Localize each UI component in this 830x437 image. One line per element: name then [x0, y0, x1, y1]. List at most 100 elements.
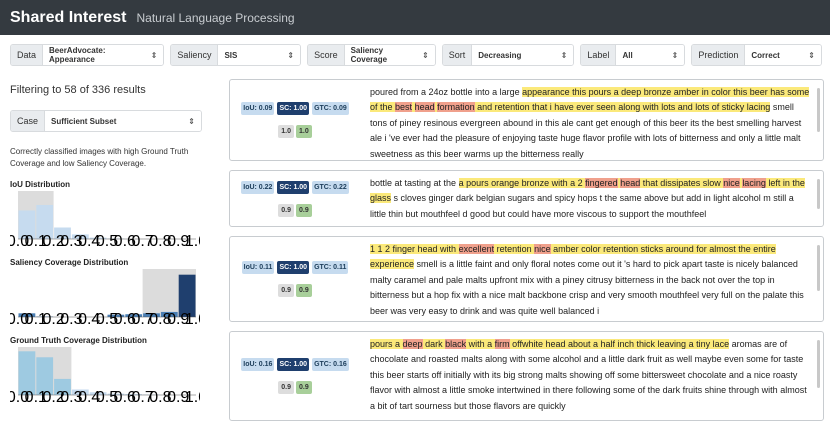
saliency-token: fingered: [585, 178, 618, 188]
toolbar-select-label: Data: [11, 45, 44, 65]
toolbar-select-value[interactable]: All ⇕: [616, 45, 685, 65]
toolbar-select-score[interactable]: Score Saliency Coverage ⇕: [307, 44, 436, 66]
ground-truth-span: that dissipates slow: [640, 178, 724, 188]
app-header: Shared Interest Natural Language Process…: [0, 0, 830, 35]
text-span: smell is a little faint and only floral …: [370, 259, 804, 316]
saliency-token: formation: [437, 102, 475, 113]
ground-truth-span: pours a: [370, 339, 403, 349]
iou-badge: IoU: 0.22: [241, 180, 275, 194]
result-card[interactable]: IoU: 0.22 SC: 1.00 GTC: 0.22 0.9 0.9 bottle a…: [229, 170, 824, 227]
prediction-label: 0.9: [296, 284, 312, 297]
saliency-token: nice: [534, 244, 551, 254]
toolbar-select-value[interactable]: Correct ⇕: [745, 45, 821, 65]
saliency-token: black: [445, 339, 467, 349]
saliency-coverage-badge: SC: 1.00: [277, 180, 310, 194]
histogram-chart: 0.00.10.20.30.40.50.60.70.80.91.0: [7, 191, 207, 250]
result-scores: IoU: 0.22 SC: 1.00 GTC: 0.22 0.9 0.9: [236, 171, 354, 226]
toolbar-select-value-text: Decreasing: [478, 50, 522, 60]
prediction-label: 1.0: [296, 125, 312, 138]
ground-truth-label: 0.9: [278, 284, 294, 297]
iou-badge: IoU: 0.09: [241, 102, 275, 115]
toolbar-select-prediction[interactable]: Prediction Correct ⇕: [691, 44, 822, 66]
toolbar-select-value[interactable]: SIS ⇕: [218, 45, 301, 65]
left-panel: Filtering to 58 of 336 results Case Suff…: [7, 80, 210, 408]
gt-coverage-badge: GTC: 0.11: [312, 261, 349, 274]
iou-badge: IoU: 0.11: [241, 261, 275, 274]
histogram-tick-label: 1.0: [185, 389, 200, 403]
toolbar-select-label: Saliency: [171, 45, 219, 65]
result-card[interactable]: IoU: 0.16 SC: 1.00 GTC: 0.16 0.9 0.9 pours a …: [229, 331, 824, 421]
ground-truth-label: 0.9: [278, 203, 294, 217]
saliency-token: deep: [402, 339, 423, 349]
ground-truth-label: 0.9: [278, 381, 294, 394]
result-text: pours a deep dark black with a firm offw…: [370, 332, 811, 418]
toolbar-select-data[interactable]: Data BeerAdvocate: Appearance ⇕: [10, 44, 165, 66]
toolbar-select-value[interactable]: Decreasing ⇕: [472, 45, 574, 65]
histogram-title: IoU Distribution: [10, 180, 70, 189]
toolbar-select-value-text: SIS: [224, 50, 238, 60]
saliency-coverage-badge: SC: 1.00: [277, 102, 310, 115]
histograms: IoU Distribution 0.0 0.1 0.2 0.3 0.4 0.5 0.6 0.7…: [7, 180, 210, 408]
result-card[interactable]: IoU: 0.11 SC: 1.00 GTC: 0.11 0.9 0.9 1 1 2 fi…: [229, 236, 824, 322]
toolbar-select-label[interactable]: Label All ⇕: [580, 44, 686, 66]
prediction-label: 0.9: [296, 381, 312, 394]
toolbar-select-value[interactable]: Saliency Coverage ⇕: [344, 45, 435, 65]
saliency-token: excellent: [458, 244, 495, 254]
histogram-title: Saliency Coverage Distribution: [10, 258, 129, 267]
results-list: IoU: 0.09 SC: 1.00 GTC: 0.09 1.0 1.0 poured f…: [229, 79, 824, 430]
result-card[interactable]: IoU: 0.09 SC: 1.00 GTC: 0.09 1.0 1.0 poured f…: [229, 79, 824, 161]
ground-truth-span: with a: [466, 339, 495, 349]
case-select[interactable]: Case Sufficient Subset ⇕: [10, 110, 202, 132]
ground-truth-span: retention: [494, 244, 535, 254]
gt-coverage-badge: GTC: 0.09: [312, 102, 349, 115]
iou-badge: IoU: 0.16: [241, 358, 275, 371]
toolbar-select-sort[interactable]: Sort Decreasing ⇕: [441, 44, 575, 66]
case-value-text: Sufficient Subset: [51, 116, 117, 126]
toolbar-select-label: Prediction: [692, 45, 746, 65]
histogram-tick-label: 1.0: [185, 233, 200, 247]
text-span: bottle at tasting at the: [370, 178, 459, 188]
result-scores: IoU: 0.16 SC: 1.00 GTC: 0.16 0.9 0.9: [236, 332, 354, 420]
case-value[interactable]: Sufficient Subset ⇕: [45, 111, 201, 131]
case-label: Case: [11, 111, 46, 131]
result-text: poured from a 24oz bottle into a large a…: [370, 80, 811, 160]
text-span: poured from a 24oz bottle into a large: [370, 87, 523, 97]
saliency-coverage-badge: SC: 1.00: [277, 261, 310, 274]
chevron-updown-icon: ⇕: [560, 50, 568, 60]
app-title: Shared Interest: [10, 8, 127, 26]
ground-truth-span: dark: [422, 339, 446, 349]
chevron-updown-icon: ⇕: [671, 50, 679, 60]
ground-truth-span: offwhite head about a half inch thick le…: [509, 339, 730, 349]
gt-coverage-badge: GTC: 0.22: [312, 180, 349, 194]
toolbar-select-label: Label: [581, 45, 617, 65]
result-scrollbar[interactable]: [817, 340, 820, 389]
toolbar-select-value-text: All: [622, 50, 633, 60]
result-scrollbar[interactable]: [817, 179, 820, 210]
ground-truth-span: 1 1 2 finger head with: [370, 244, 459, 254]
histogram-tick-label: 1.0: [185, 311, 200, 325]
histogram-chart: 0.00.10.20.30.40.50.60.70.80.91.0: [7, 347, 207, 406]
ground-truth-span: a pours orange bronze with a 2: [458, 178, 586, 188]
toolbar-select-value[interactable]: BeerAdvocate: Appearance ⇕: [43, 45, 164, 65]
toolbar-select-label: Score: [308, 45, 345, 65]
result-scrollbar[interactable]: [817, 88, 820, 132]
saliency-token: firm: [494, 339, 510, 349]
text-span: s cloves ginger dark belgian sugars and …: [370, 193, 794, 219]
result-scrollbar[interactable]: [817, 245, 820, 292]
filter-count-text: Filtering to 58 of 336 results: [10, 84, 146, 96]
ground-truth-label: 1.0: [278, 125, 294, 138]
chevron-updown-icon: ⇕: [808, 50, 815, 60]
text-span: aromas are of chocolate and roasted malt…: [370, 339, 807, 411]
toolbar-select-value-text: BeerAdvocate: Appearance: [49, 46, 106, 64]
chevron-updown-icon: ⇕: [188, 116, 195, 126]
app-subtitle: Natural Language Processing: [136, 10, 295, 25]
toolbar-select-saliency[interactable]: Saliency SIS ⇕: [170, 44, 302, 66]
toolbar-select-value-text: Saliency Coverage: [350, 46, 388, 64]
saliency-token: nice: [723, 178, 740, 188]
saliency-token: lacing: [742, 178, 766, 188]
prediction-label: 0.9: [296, 203, 312, 217]
chevron-updown-icon: ⇕: [422, 50, 429, 60]
result-text: 1 1 2 finger head with excellent retenti…: [370, 237, 811, 321]
toolbar-select-value-text: Correct: [751, 50, 780, 60]
result-scores: IoU: 0.09 SC: 1.00 GTC: 0.09 1.0 1.0: [236, 80, 354, 160]
